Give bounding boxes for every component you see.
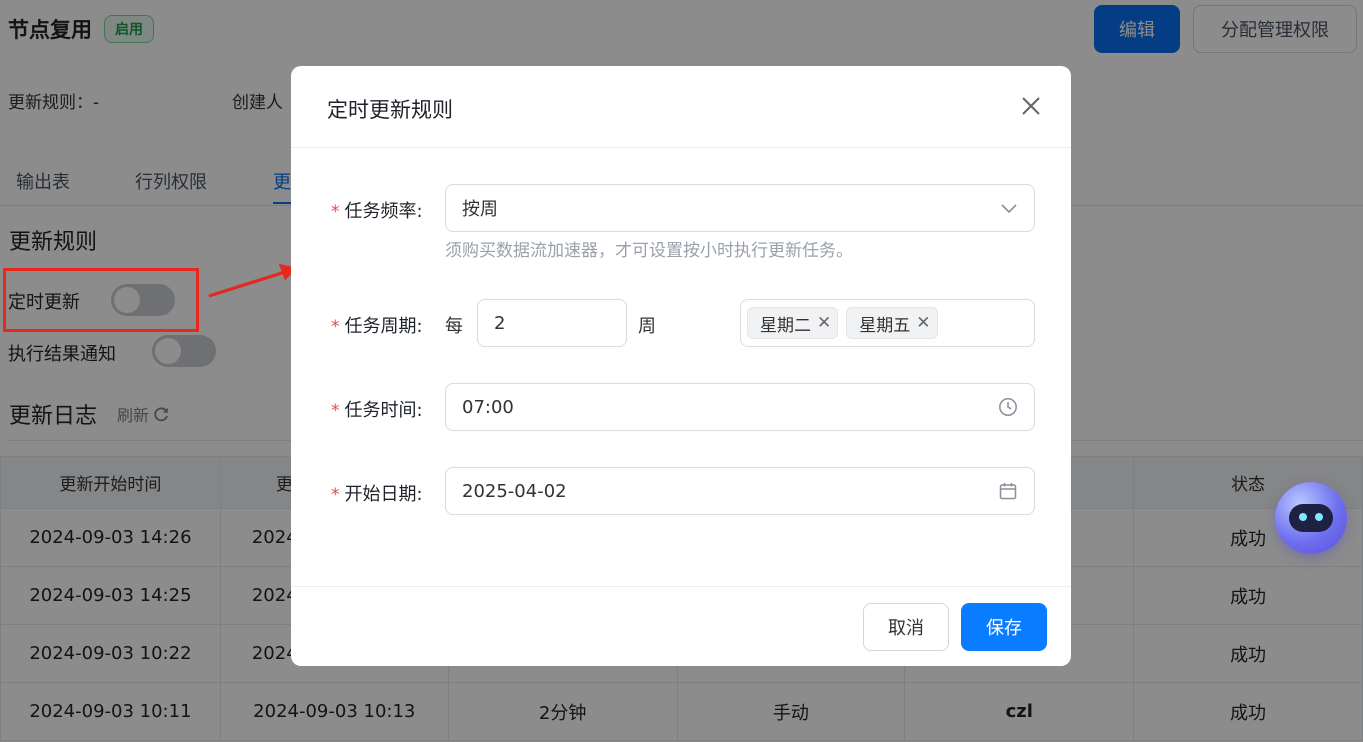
robot-eye [1299, 513, 1307, 521]
weekday-tag: 星期二 ✕ [747, 307, 839, 339]
time-picker[interactable]: 07:00 [445, 383, 1035, 431]
weekday-tag-label: 星期五 [859, 315, 911, 336]
start-date-label-text: 开始日期: [344, 484, 423, 505]
required-mark: * [331, 202, 340, 222]
calendar-icon [999, 483, 1017, 500]
clock-icon [999, 398, 1017, 416]
frequency-label: * 任务频率: [331, 197, 423, 223]
annotation-highlight-box-overlay [3, 268, 199, 332]
modal-header: 定时更新规则 [291, 66, 1071, 148]
weekday-tag-label: 星期二 [760, 315, 811, 336]
annotation-arrow-icon [208, 264, 297, 298]
close-icon[interactable] [1019, 94, 1043, 118]
chevron-down-icon [1001, 204, 1017, 214]
time-value: 07:00 [462, 396, 514, 418]
period-unit: 周 [638, 316, 656, 337]
period-label-text: 任务周期: [344, 316, 423, 337]
required-mark: * [331, 317, 340, 337]
remove-tag-icon[interactable]: ✕ [817, 313, 831, 333]
required-mark: * [331, 485, 340, 505]
modal-footer: 取消 保存 [291, 586, 1071, 666]
start-date-value: 2025-04-02 [462, 480, 567, 502]
robot-face [1289, 504, 1333, 532]
robot-eye [1315, 513, 1323, 521]
period-label: * 任务周期: [331, 312, 423, 338]
modal-title: 定时更新规则 [327, 98, 453, 122]
time-label: * 任务时间: [331, 396, 423, 422]
frequency-value: 按周 [462, 199, 498, 220]
remove-tag-icon[interactable]: ✕ [916, 313, 930, 333]
frequency-hint: 须购买数据流加速器，才可设置按小时执行更新任务。 [445, 241, 853, 261]
time-label-text: 任务时间: [344, 400, 423, 421]
weekday-tag: 星期五 ✕ [846, 307, 938, 339]
cancel-button[interactable]: 取消 [863, 603, 949, 651]
frequency-select[interactable]: 按周 [445, 184, 1035, 232]
start-date-picker[interactable]: 2025-04-02 [445, 467, 1035, 515]
ai-assistant-robot-icon[interactable] [1275, 482, 1347, 554]
scheduled-update-rule-dialog: 定时更新规则 * 任务频率: 按周 须购买数据流加速器，才可设置按小时执行更新任务… [291, 66, 1071, 666]
frequency-label-text: 任务频率: [344, 201, 423, 222]
start-date-label: * 开始日期: [331, 480, 423, 506]
weekday-multiselect[interactable]: 星期二 ✕ 星期五 ✕ [740, 299, 1035, 347]
period-prefix: 每 [445, 316, 463, 337]
save-button[interactable]: 保存 [961, 603, 1047, 651]
period-number-input[interactable]: 2 [477, 299, 627, 347]
period-value: 2 [494, 312, 506, 334]
required-mark: * [331, 401, 340, 421]
